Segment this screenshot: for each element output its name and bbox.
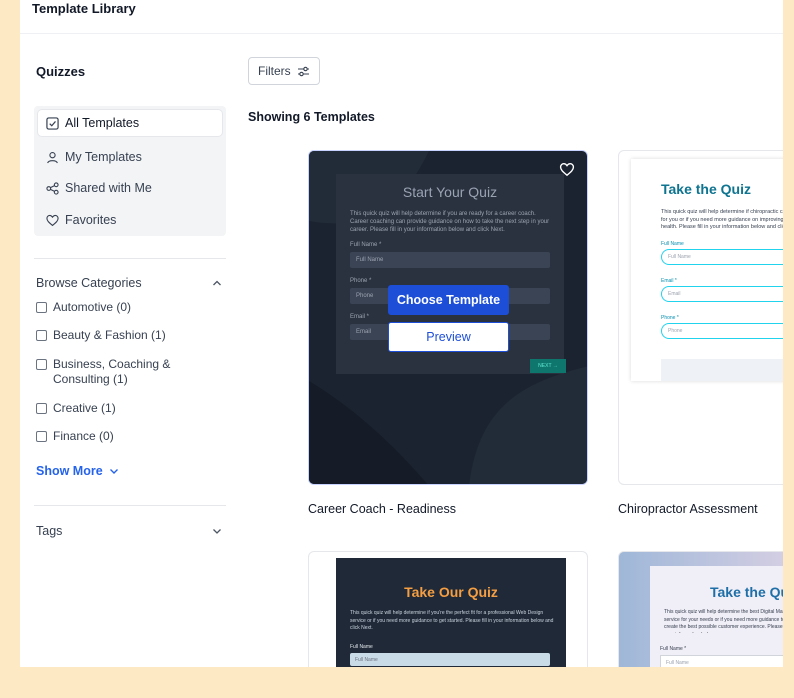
- card-title[interactable]: Chiropractor Assessment: [618, 502, 758, 516]
- top-bar: Template Library: [20, 0, 783, 34]
- quiz-preview-form: Take Our Quiz This quick quiz will help …: [336, 558, 566, 667]
- category-checkbox[interactable]: [36, 330, 47, 341]
- sidebar-title: Quizzes: [36, 64, 86, 79]
- chevron-down-icon: [213, 529, 221, 534]
- preview-footer: [661, 359, 783, 381]
- preview-body: This quick quiz will help determine if y…: [350, 211, 550, 233]
- preview-field: Full Name: [350, 653, 550, 666]
- preview-next-button: NEXT →: [530, 359, 566, 373]
- preview-field-label: Phone *: [350, 278, 372, 284]
- preview-field: Phone: [661, 323, 783, 339]
- browse-categories-toggle[interactable]: Browse Categories: [36, 276, 222, 290]
- heart-icon: [46, 214, 59, 226]
- quiz-preview-form: Take the Quiz This quick quiz will help …: [650, 566, 783, 667]
- preview-field: Full Name: [661, 249, 783, 265]
- user-icon: [47, 151, 58, 163]
- category-creative[interactable]: Creative (1): [36, 401, 216, 416]
- nav-item-favorites[interactable]: Favorites: [38, 207, 222, 233]
- filters-label: Filters: [258, 64, 291, 78]
- preview-body: This quick quiz will help determine if c…: [661, 209, 783, 230]
- showing-count: Showing 6 Templates: [248, 110, 375, 124]
- template-card-digital-marketing[interactable]: Take the Quiz This quick quiz will help …: [618, 551, 783, 667]
- preview-title: Take Our Quiz: [404, 584, 498, 600]
- category-checkbox[interactable]: [36, 431, 47, 442]
- preview-field: Full Name: [350, 252, 550, 268]
- preview-body: This quick quiz will help determine the …: [664, 609, 783, 633]
- preview-title: Take the Quiz: [710, 584, 783, 600]
- category-label: Automotive (0): [53, 300, 132, 314]
- chevron-down-icon: [109, 469, 118, 474]
- share-icon: [46, 181, 59, 195]
- category-label: Finance (0): [53, 429, 114, 443]
- template-library-panel: Template Library Quizzes All Templates M…: [20, 0, 783, 667]
- sliders-icon: [297, 66, 309, 76]
- nav-item-all-templates[interactable]: All Templates: [38, 110, 222, 136]
- nav-item-label: Shared with Me: [65, 181, 152, 195]
- chevron-up-icon: [213, 280, 221, 286]
- browse-categories-heading: Browse Categories: [36, 276, 142, 290]
- category-automotive[interactable]: Automotive (0): [36, 300, 216, 315]
- category-label: Creative (1): [53, 401, 116, 415]
- choose-template-button[interactable]: Choose Template: [388, 285, 509, 315]
- sidebar-divider: [34, 258, 226, 259]
- nav-item-label: My Templates: [65, 150, 142, 164]
- checkbox-icon: [46, 116, 59, 130]
- card-title[interactable]: Career Coach - Readiness: [308, 502, 456, 516]
- category-checkbox[interactable]: [36, 302, 47, 313]
- preview-field: Full Name: [660, 655, 783, 667]
- quiz-preview-form: Take the Quiz This quick quiz will help …: [631, 159, 783, 381]
- category-checkbox[interactable]: [36, 403, 47, 414]
- filters-button[interactable]: Filters: [248, 57, 320, 85]
- category-label: Beauty & Fashion (1): [53, 328, 166, 342]
- show-more-link[interactable]: Show More: [36, 464, 119, 478]
- preview-field-label: Full Name *: [350, 242, 382, 248]
- template-card-chiropractor[interactable]: Take the Quiz This quick quiz will help …: [618, 150, 783, 485]
- preview-body: This quick quiz will help determine if y…: [350, 610, 554, 631]
- right-edge-strip: [783, 0, 794, 698]
- category-finance[interactable]: Finance (0): [36, 429, 216, 444]
- preview-field-label: Email *: [350, 314, 370, 320]
- nav-item-shared-with-me[interactable]: Shared with Me: [38, 175, 222, 201]
- show-more-label: Show More: [36, 464, 103, 478]
- nav-item-my-templates[interactable]: My Templates: [38, 144, 222, 170]
- favorite-heart-icon[interactable]: [559, 162, 575, 177]
- category-label: Business, Coaching & Consulting (1): [53, 357, 171, 386]
- nav-item-label: All Templates: [65, 116, 140, 130]
- sidebar-divider: [34, 505, 226, 506]
- template-card-career-coach[interactable]: Start Your Quiz This quick quiz will hel…: [308, 150, 588, 485]
- category-business-coaching[interactable]: Business, Coaching & Consulting (1): [36, 357, 216, 387]
- sidebar-nav: All Templates My Templates Shared with M…: [34, 106, 226, 236]
- preview-title: Start Your Quiz: [402, 184, 498, 200]
- category-checkbox[interactable]: [36, 359, 47, 370]
- tags-toggle[interactable]: Tags: [36, 524, 222, 538]
- tags-heading: Tags: [36, 524, 63, 538]
- category-beauty-fashion[interactable]: Beauty & Fashion (1): [36, 328, 216, 343]
- template-card-web-design[interactable]: Take Our Quiz This quick quiz will help …: [308, 551, 588, 667]
- nav-item-label: Favorites: [65, 213, 117, 227]
- preview-button[interactable]: Preview: [388, 322, 509, 352]
- preview-field: Email: [661, 286, 783, 302]
- page-title: Template Library: [32, 1, 136, 16]
- preview-title: Take the Quiz: [661, 181, 751, 197]
